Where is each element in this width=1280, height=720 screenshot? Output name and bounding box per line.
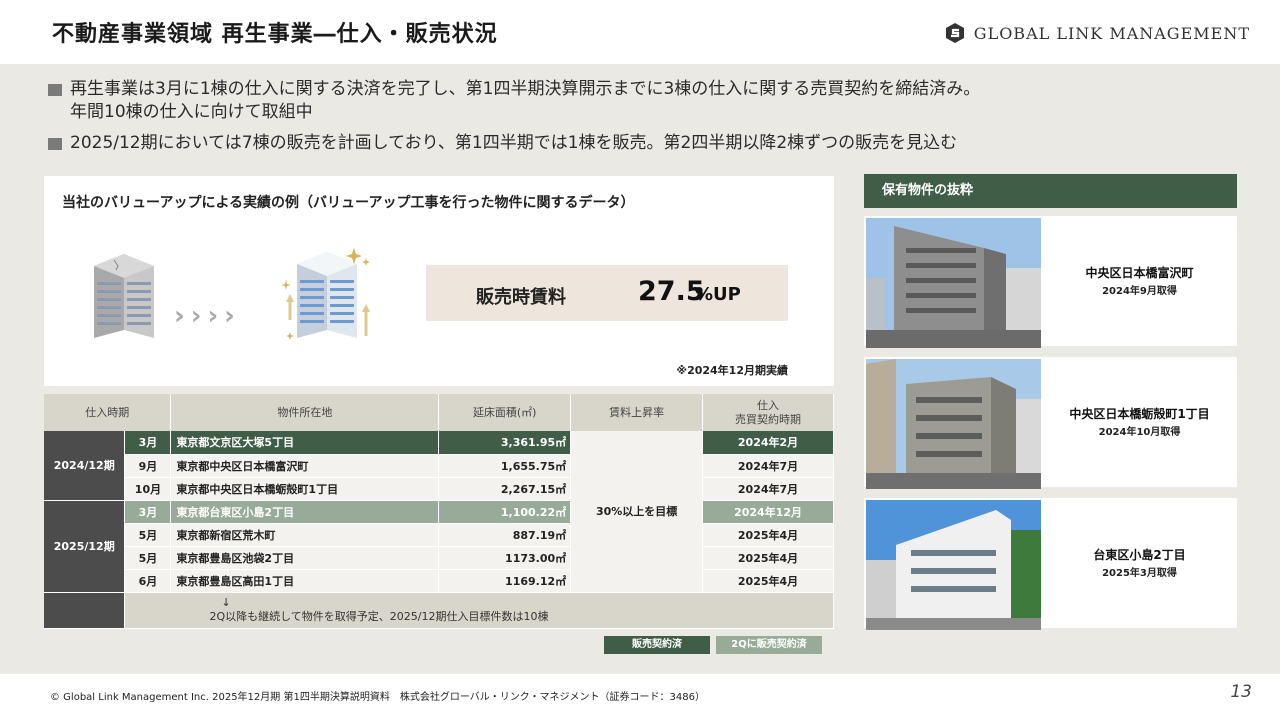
property-name: 中央区日本橋富沢町 bbox=[1085, 266, 1194, 280]
value-up-note: ※2024年12月期実績 bbox=[676, 364, 788, 377]
rent-kpi-box: 販売時賃料 27.5 %UP bbox=[426, 265, 788, 321]
header-rent: 賃料上昇率 bbox=[570, 394, 704, 431]
property-date: 2025年3月取得 bbox=[1102, 568, 1177, 579]
property-card: 中央区日本橋富沢町 2024年9月取得 bbox=[864, 216, 1237, 348]
sale-date-cell: 2024年2月 bbox=[702, 431, 834, 455]
header-period: 仕入時期 bbox=[44, 394, 172, 431]
location-cell: 東京都豊島区池袋2丁目 bbox=[170, 546, 440, 570]
location-cell: 東京都台東区小島2丁目 bbox=[170, 500, 440, 524]
status-legend: 販売契約済 2Qに販売契約済 bbox=[604, 636, 822, 654]
sale-date-cell: 2025年4月 bbox=[702, 569, 834, 593]
header-sale: 仕入 売買契約時期 bbox=[702, 394, 834, 431]
header-sale-line1: 仕入 bbox=[757, 398, 780, 412]
month-cell: 6月 bbox=[124, 569, 172, 593]
header-sale-line2: 売買契約時期 bbox=[735, 412, 802, 426]
property-photo bbox=[866, 500, 1041, 630]
sale-date-cell: 2025年4月 bbox=[702, 546, 834, 570]
renovated-building-icon bbox=[281, 248, 370, 340]
logo-text: GLOBAL LINK MANAGEMENT bbox=[973, 23, 1250, 43]
location-cell: 東京都中央区日本橋蛎殻町1丁目 bbox=[170, 477, 440, 501]
location-cell: 東京都文京区大塚5丁目 bbox=[170, 431, 440, 455]
location-cell: 東京都中央区日本橋富沢町 bbox=[170, 454, 440, 478]
bullet-list: 再生事業は3月に1棟の仕入に関する決済を完了し、第1四半期決算開示までに3棟の仕… bbox=[48, 78, 1248, 163]
chevron-right-icon: › bbox=[207, 301, 219, 331]
area-cell: 887.19㎡ bbox=[438, 523, 572, 547]
rent-cell: 30%以上を目標 bbox=[570, 431, 704, 593]
property-card: 台東区小島2丁目 2025年3月取得 bbox=[864, 498, 1237, 630]
bullet-square-icon bbox=[48, 138, 62, 150]
chevron-right-icon: › bbox=[224, 301, 235, 331]
period-cell: 2024/12期 bbox=[44, 431, 126, 501]
month-cell: 3月 bbox=[124, 500, 172, 524]
acquisition-table-wrap: 仕入時期 物件所在地 延床面積(㎡) 賃料上昇率 仕入 売買契約時期 2024/… bbox=[44, 394, 834, 629]
property-name: 中央区日本橋蛎殻町1丁目 bbox=[1069, 407, 1210, 421]
table-row: 5月 東京都新宿区荒木町 887.19㎡ 2025年4月 bbox=[44, 523, 834, 547]
header-area: 延床面積(㎡) bbox=[438, 394, 572, 431]
property-date: 2024年9月取得 bbox=[1102, 286, 1177, 297]
month-cell: 3月 bbox=[124, 431, 172, 455]
chevron-right-icon: › bbox=[174, 301, 185, 331]
sale-date-cell: 2024年12月 bbox=[702, 500, 834, 524]
property-photo bbox=[866, 359, 1041, 489]
chevron-right-icon: › bbox=[190, 301, 202, 331]
property-photo bbox=[866, 218, 1041, 348]
area-cell: 2,267.15㎡ bbox=[438, 477, 572, 501]
bullet-text: 2025/12期においては7棟の販売を計画しており、第1四半期では1棟を販売。第… bbox=[70, 133, 958, 153]
table-header-row: 仕入時期 物件所在地 延床面積(㎡) 賃料上昇率 仕入 売買契約時期 bbox=[44, 394, 834, 431]
bullet-item: 再生事業は3月に1棟の仕入に関する決済を完了し、第1四半期決算開示までに3棟の仕… bbox=[48, 78, 1248, 124]
page-title: 不動産事業領域 再生事業―仕入・販売状況 bbox=[52, 22, 498, 47]
legend-sold: 販売契約済 bbox=[604, 636, 710, 654]
table-row: 2024/12期 3月 東京都文京区大塚5丁目 3,361.95㎡ 30%以上を… bbox=[44, 431, 834, 593]
table-row: 9月 東京都中央区日本橋富沢町 1,655.75㎡ 2024年7月 bbox=[44, 454, 834, 478]
property-card: 中央区日本橋蛎殻町1丁目 2024年10月取得 bbox=[864, 357, 1237, 489]
bullet-square-icon bbox=[48, 84, 62, 96]
kpi-label: 販売時賃料 bbox=[476, 287, 566, 308]
footer-period-cell bbox=[44, 592, 126, 629]
month-cell: 9月 bbox=[124, 454, 172, 478]
sale-date-cell: 2025年4月 bbox=[702, 523, 834, 547]
area-cell: 1,100.22㎡ bbox=[438, 500, 572, 524]
month-cell: 10月 bbox=[124, 477, 172, 501]
month-cell: 5月 bbox=[124, 523, 172, 547]
properties-heading: 保有物件の抜粋 bbox=[864, 174, 1237, 208]
kpi-unit: %UP bbox=[695, 284, 741, 305]
progress-arrows: › › › › bbox=[174, 301, 235, 331]
legend-q2-sold: 2Qに販売契約済 bbox=[716, 636, 822, 654]
header-location: 物件所在地 bbox=[170, 394, 440, 431]
property-date: 2024年10月取得 bbox=[1098, 427, 1181, 438]
table-footer-row: ↓ 2Q以降も継続して物件を取得予定、2025/12期仕入目標件数は10棟 bbox=[44, 592, 834, 629]
footnote-text: 2Q以降も継続して物件を取得予定、2025/12期仕入目標件数は10棟 bbox=[209, 610, 549, 623]
location-cell: 東京都豊島区高田1丁目 bbox=[170, 569, 440, 593]
area-cell: 1,655.75㎡ bbox=[438, 454, 572, 478]
table-row: 6月 東京都豊島区高田1丁目 1169.12㎡ 2025年4月 bbox=[44, 569, 834, 593]
logo-mark-icon bbox=[945, 23, 964, 43]
table-row: 2025/12期 3月 東京都台東区小島2丁目 1,100.22㎡ 2024年1… bbox=[44, 500, 834, 593]
company-logo: GLOBAL LINK MANAGEMENT bbox=[944, 22, 1250, 44]
main-content: 再生事業は3月に1棟の仕入に関する決済を完了し、第1四半期決算開示までに3棟の仕… bbox=[0, 64, 1280, 674]
table-row: 5月 東京都豊島区池袋2丁目 1173.00㎡ 2025年4月 bbox=[44, 546, 834, 570]
sale-date-cell: 2024年7月 bbox=[702, 454, 834, 478]
area-cell: 1169.12㎡ bbox=[438, 569, 572, 593]
period-cell: 2025/12期 bbox=[44, 500, 126, 593]
old-building-icon bbox=[94, 254, 154, 338]
area-cell: 1173.00㎡ bbox=[438, 546, 572, 570]
header: 不動産事業領域 再生事業―仕入・販売状況 GLOBAL LINK MANAGEM… bbox=[0, 0, 1280, 64]
table-row: 10月 東京都中央区日本橋蛎殻町1丁目 2,267.15㎡ 2024年7月 bbox=[44, 477, 834, 501]
acquisition-table: 仕入時期 物件所在地 延床面積(㎡) 賃料上昇率 仕入 売買契約時期 2024/… bbox=[44, 394, 834, 629]
value-up-heading: 当社のバリューアップによる実績の例（バリューアップ工事を行った物件に関するデータ… bbox=[62, 195, 635, 211]
property-name: 台東区小島2丁目 bbox=[1093, 548, 1186, 562]
area-cell: 3,361.95㎡ bbox=[438, 431, 572, 455]
location-cell: 東京都新宿区荒木町 bbox=[170, 523, 440, 547]
bullet-item: 2025/12期においては7棟の販売を計画しており、第1四半期では1棟を販売。第… bbox=[48, 132, 1248, 155]
copyright: © Global Link Management Inc. 2025年12月期 … bbox=[50, 692, 705, 703]
month-cell: 5月 bbox=[124, 546, 172, 570]
sale-date-cell: 2024年7月 bbox=[702, 477, 834, 501]
page-number: 13 bbox=[1230, 682, 1252, 702]
bullet-text: 再生事業は3月に1棟の仕入に関する決済を完了し、第1四半期決算開示までに3棟の仕… bbox=[70, 79, 981, 122]
footer: © Global Link Management Inc. 2025年12月期 … bbox=[0, 674, 1280, 720]
down-arrow-icon: ↓ bbox=[221, 596, 231, 609]
table-footnote: ↓ 2Q以降も継続して物件を取得予定、2025/12期仕入目標件数は10棟 bbox=[124, 592, 834, 629]
value-up-panel: 当社のバリューアップによる実績の例（バリューアップ工事を行った物件に関するデータ… bbox=[44, 176, 834, 386]
